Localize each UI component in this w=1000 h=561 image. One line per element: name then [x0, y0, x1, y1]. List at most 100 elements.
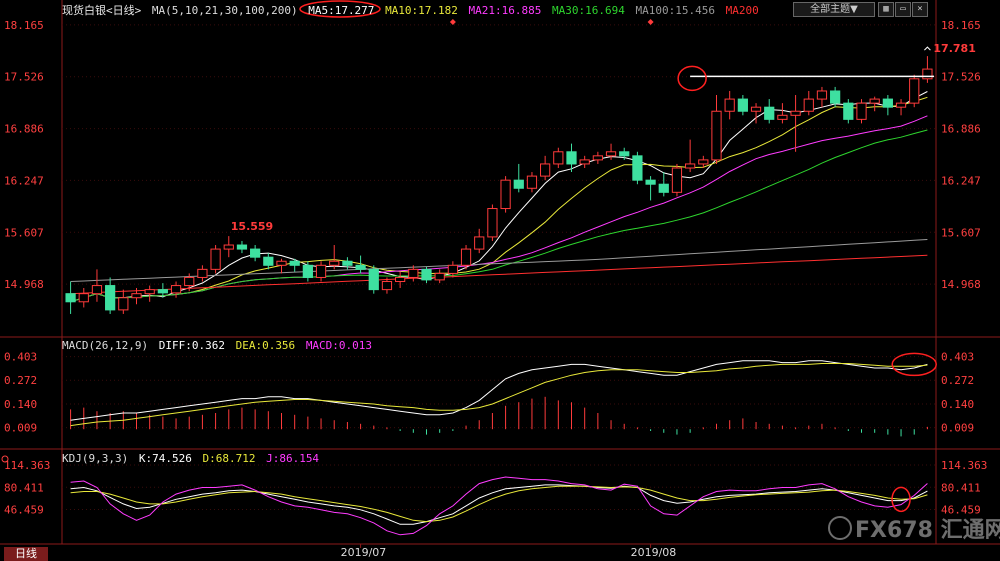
candle-body: [566, 151, 577, 165]
candle-body: [65, 293, 76, 303]
candle-body: [157, 289, 168, 294]
candle-body: [816, 90, 828, 100]
price-tick-label-right: 18.165: [941, 19, 981, 32]
price-tick-label-right: 14.968: [941, 278, 981, 291]
candle-body: [658, 183, 669, 193]
candle-body: [223, 244, 234, 250]
candle-body: [843, 102, 854, 120]
macd-dea-line: [70, 363, 928, 427]
candle-body: [263, 256, 274, 266]
candle-body: [579, 159, 590, 165]
macd-value: MACD:0.013: [305, 339, 373, 352]
candle-body: [170, 285, 182, 294]
candle-body: [131, 293, 142, 299]
candle-body: [922, 68, 933, 80]
kdj-tick-label-right: 80.411: [941, 481, 981, 494]
price-tick-label-right: 16.247: [941, 174, 981, 187]
candle-body: [711, 110, 722, 161]
candle-body: [329, 260, 340, 266]
candle-body: [408, 268, 419, 278]
candle-body: [210, 248, 221, 270]
ma-params: MA(5,10,21,30,100,200): [151, 4, 298, 17]
candle-body: [869, 98, 880, 104]
macd-diff: DIFF:0.362: [158, 339, 225, 352]
theme-select-button[interactable]: 全部主题▼: [793, 2, 875, 17]
kdj-d: D:68.712: [202, 452, 256, 465]
kdj-params: KDJ(9,3,3): [62, 452, 129, 465]
kdj-j: J:86.154: [266, 452, 320, 465]
candle-body: [698, 159, 709, 165]
ma10-value: MA10:17.182: [385, 4, 458, 17]
candle-body: [184, 276, 195, 287]
candle-body: [355, 264, 366, 270]
price-tick-label-left: 16.886: [4, 123, 44, 136]
macd-tick-label-right: 0.140: [941, 398, 974, 411]
candle-body: [540, 163, 551, 177]
price-tick-label-left: 16.247: [4, 174, 44, 187]
watermark-text: FX678 汇通网: [855, 518, 1000, 543]
candle-body: [671, 167, 683, 193]
candle-body: [764, 106, 775, 120]
grid-view-icon[interactable]: ▦: [878, 2, 894, 17]
macd-diff-line: [70, 360, 928, 421]
candle-body: [553, 151, 564, 165]
kdj-j-line: [70, 476, 928, 536]
candle-body: [737, 98, 748, 112]
candle-body: [592, 155, 603, 161]
high-marker-arrow: [924, 46, 931, 51]
watermark-logo-icon: [828, 516, 852, 540]
price-pane: 18.165 18.165 17.526 17.526 16.886 16.886 16.2…: [4, 0, 981, 314]
chart-stage[interactable]: 18.165 18.165 17.526 17.526 16.886 16.886 16.2…: [0, 0, 1000, 561]
candle-body: [685, 163, 696, 169]
kdj-tick-label-left: 46.459: [4, 504, 44, 517]
close-icon[interactable]: ×: [912, 2, 928, 17]
ma30-value: MA30:16.694: [552, 4, 625, 17]
price-tick-label-right: 16.886: [941, 123, 981, 136]
candle-body: [368, 268, 379, 291]
candle-body: [289, 260, 300, 266]
price-tick-label-right: 15.607: [941, 226, 981, 239]
macd-header: MACD(26,12,9) DIFF:0.362 DEA:0.356 MACD:…: [62, 339, 376, 352]
kdj-header: KDJ(9,3,3) K:74.526 D:68.712 J:86.154: [62, 452, 323, 465]
candle-body: [513, 179, 524, 189]
candle-body: [777, 114, 788, 120]
symbol-title[interactable]: 现货白银<日线>: [62, 4, 141, 17]
timeframe-tab-daily[interactable]: 日线: [4, 547, 48, 561]
event-marker-icon: [449, 19, 456, 25]
candle-body: [434, 272, 445, 281]
candle-body: [315, 264, 327, 278]
candle-body: [632, 155, 643, 181]
candle-body: [619, 151, 630, 157]
candle-body: [381, 281, 393, 291]
candle-body: [645, 179, 656, 185]
candle-body: [895, 102, 907, 108]
candle-body: [487, 208, 498, 238]
candle-body: [302, 264, 313, 278]
candle-body: [526, 175, 538, 189]
candle-body: [882, 98, 893, 108]
minimize-icon[interactable]: ▭: [895, 2, 911, 17]
candle-body: [500, 179, 511, 210]
candle-body: [803, 98, 814, 112]
candle-body: [144, 289, 155, 295]
candle-body: [342, 260, 353, 266]
macd-pane: 0.403 0.403 0.272 0.272 0.140 0.140 0.009 0.009: [4, 351, 974, 437]
macd-params: MACD(26,12,9): [62, 339, 149, 352]
watermark: FX678 汇通网: [828, 512, 1000, 544]
swing-high-label: 15.559: [231, 220, 273, 233]
main-header: 现货白银<日线> MA(5,10,21,30,100,200) MA5:17.2…: [62, 2, 763, 18]
candle-body: [395, 276, 406, 283]
candle-body: [250, 248, 261, 258]
ma100-value: MA100:15.456: [635, 4, 715, 17]
price-tick-label-left: 14.968: [4, 278, 44, 291]
ma21-value: MA21:16.885: [468, 4, 542, 17]
candle-body: [91, 285, 103, 295]
candle-body: [830, 90, 841, 104]
candle-body: [447, 264, 458, 274]
time-tick-label: 2019/08: [631, 546, 677, 559]
macd-tick-label-left: 0.272: [4, 374, 37, 387]
price-tick-label-right: 17.526: [941, 71, 981, 84]
kdj-tick-label-left: 80.411: [4, 481, 44, 494]
macd-tick-label-right: 0.403: [941, 351, 974, 364]
price-tick-label-left: 18.165: [4, 19, 44, 32]
